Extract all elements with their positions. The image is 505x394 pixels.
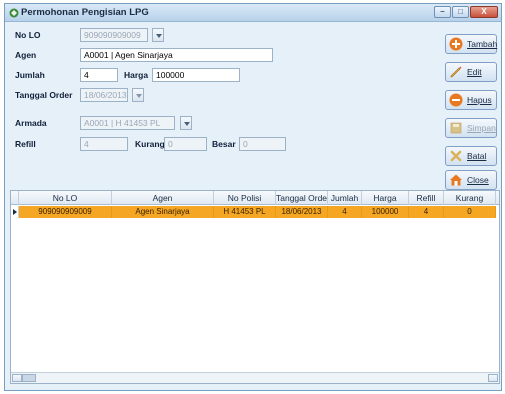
minimize-button[interactable]: –	[434, 6, 451, 18]
table-cell[interactable]: 4	[328, 206, 362, 218]
close-label: Close	[467, 175, 489, 185]
simpan-button[interactable]: Simpan	[445, 118, 497, 138]
batal-label: Batal	[467, 151, 487, 161]
scroll-left-arrow-icon[interactable]	[12, 374, 22, 382]
row-selector-header	[11, 191, 19, 205]
title-bar: Permohonan Pengisian LPG – □ X	[5, 4, 501, 22]
armada-field[interactable]: A0001 | H 41453 PL	[80, 116, 175, 130]
simpan-label: Simpan	[467, 123, 496, 133]
agen-field[interactable]: A0001 | Agen Sinarjaya	[80, 48, 273, 62]
column-header[interactable]: Jumlah	[328, 191, 362, 205]
date-picker-button[interactable]	[132, 88, 144, 102]
armada-label: Armada	[15, 118, 47, 128]
grid-header: No LO Agen No Polisi Tanggal Order Jumla…	[11, 191, 499, 205]
besar-field[interactable]: 0	[239, 137, 286, 151]
close-button[interactable]: Close	[445, 170, 497, 190]
column-header[interactable]: Agen	[112, 191, 214, 205]
batal-button[interactable]: Batal	[445, 146, 497, 166]
kurang-label: Kurang	[135, 139, 165, 149]
window-controls: – □ X	[433, 6, 498, 19]
table-cell[interactable]: Agen Sinarjaya	[112, 206, 214, 218]
row-pointer-icon	[11, 206, 19, 218]
table-cell[interactable]: 0	[444, 206, 496, 218]
maximize-button[interactable]: □	[452, 6, 469, 18]
table-cell[interactable]: H 41453 PL	[214, 206, 276, 218]
tambah-button[interactable]: Tambah	[445, 34, 497, 54]
agen-label: Agen	[15, 50, 37, 60]
edit-label: Edit	[467, 67, 482, 77]
jumlah-label: Jumlah	[15, 70, 45, 80]
scroll-right-arrow-icon[interactable]	[488, 374, 498, 382]
edit-button[interactable]: Edit	[445, 62, 497, 82]
scroll-thumb[interactable]	[22, 374, 36, 382]
table-row[interactable]: 909090909009 Agen Sinarjaya H 41453 PL 1…	[11, 206, 499, 218]
refill-field[interactable]: 4	[80, 137, 128, 151]
column-header[interactable]: Kurang	[444, 191, 496, 205]
kurang-field[interactable]: 0	[164, 137, 207, 151]
save-icon	[450, 122, 462, 134]
add-circle-icon	[449, 37, 463, 51]
no-lo-label: No LO	[15, 30, 41, 40]
tanggal-order-label: Tanggal Order	[15, 90, 73, 100]
no-lo-field[interactable]: 909090909009	[80, 28, 148, 42]
column-header[interactable]: Harga	[362, 191, 409, 205]
data-grid: No LO Agen No Polisi Tanggal Order Jumla…	[10, 190, 500, 384]
close-window-button[interactable]: X	[470, 6, 498, 18]
refill-label: Refill	[15, 139, 36, 149]
home-icon	[450, 174, 462, 186]
column-header[interactable]: No Polisi	[214, 191, 276, 205]
tambah-label: Tambah	[467, 39, 498, 49]
table-cell[interactable]: 4	[409, 206, 444, 218]
table-cell[interactable]: 909090909009	[19, 206, 112, 218]
table-cell[interactable]: 18/06/2013	[276, 206, 328, 218]
column-header[interactable]: No LO	[19, 191, 112, 205]
besar-label: Besar	[212, 139, 236, 149]
pencil-icon	[450, 66, 462, 78]
jumlah-field[interactable]: 4	[80, 68, 118, 82]
app-icon	[9, 8, 19, 18]
triangle-right-icon	[13, 209, 17, 215]
column-header[interactable]: Refill	[409, 191, 444, 205]
horizontal-scrollbar[interactable]	[11, 372, 499, 383]
minus-circle-icon	[449, 93, 463, 107]
hapus-label: Hapus	[467, 95, 492, 105]
window-title: Permohonan Pengisian LPG	[21, 7, 149, 18]
column-header[interactable]: Tanggal Order	[276, 191, 328, 205]
harga-field[interactable]: 100000	[152, 68, 240, 82]
armada-dropdown-button[interactable]	[180, 116, 192, 130]
no-lo-dropdown-button[interactable]	[152, 28, 164, 42]
hapus-button[interactable]: Hapus	[445, 90, 497, 110]
harga-label: Harga	[124, 70, 149, 80]
tanggal-order-field[interactable]: 18/06/2013	[80, 88, 128, 102]
cancel-x-icon	[450, 150, 462, 162]
table-cell[interactable]: 100000	[362, 206, 409, 218]
